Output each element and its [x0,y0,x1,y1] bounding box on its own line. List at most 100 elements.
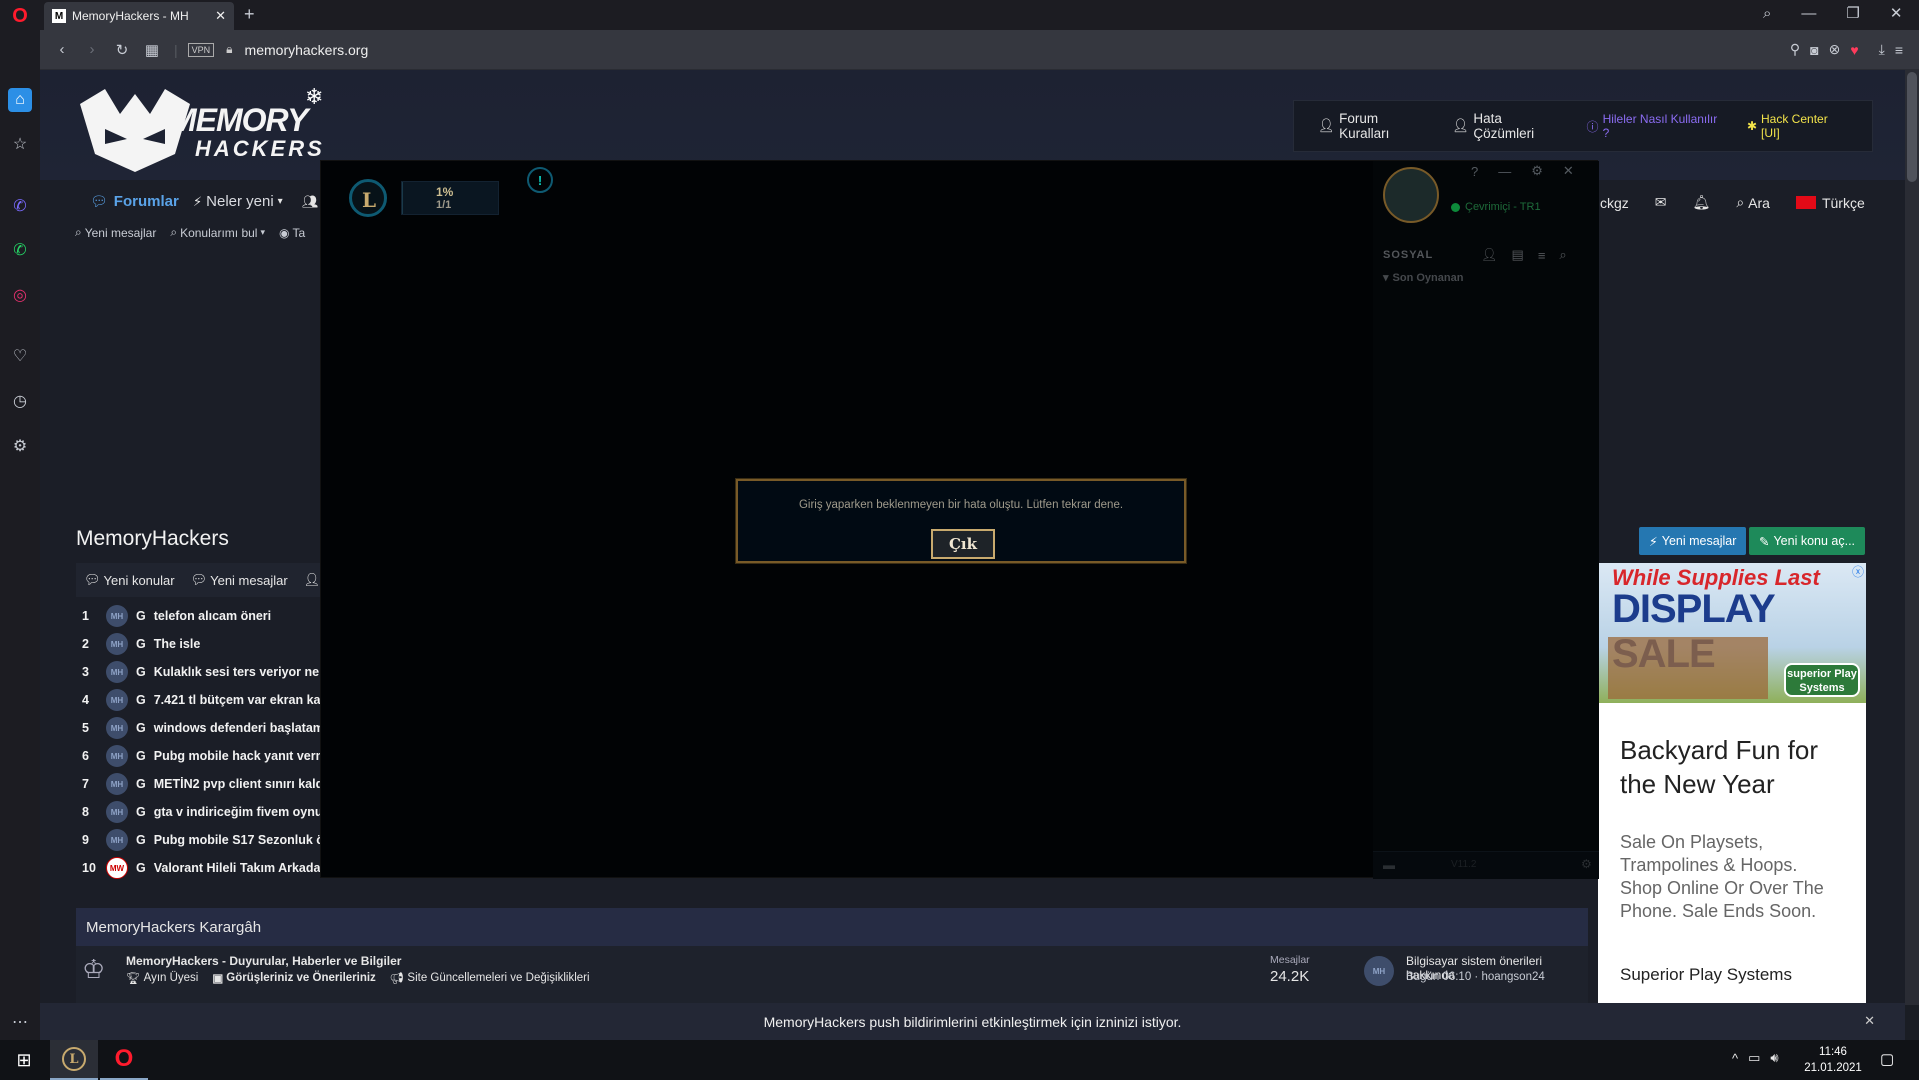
tab-new-threads[interactable]: 💬︎ Yeni konular [84,572,175,588]
bell-icon[interactable]: 🔔︎ [1693,194,1711,211]
block-icon[interactable]: ⊗ [1829,41,1841,58]
gear-icon[interactable]: ⚙ [1531,163,1543,179]
restore-icon[interactable]: ❐ [1846,4,1859,22]
folder-icon[interactable]: ▤ [1512,247,1524,263]
browser-tab[interactable]: M MemoryHackers - MH ✕ [44,2,234,30]
league-client-taskbar-icon[interactable]: L [50,1040,98,1080]
subnav-watched[interactable]: ◉ Ta [279,226,305,240]
download-icon[interactable]: ⤓ [1879,41,1885,58]
patch-progress: 1% 1/1 [401,181,499,215]
alert-icon[interactable]: ! [527,167,553,193]
envelope-icon[interactable]: ✉ [1655,194,1667,211]
language-selector[interactable]: Türkçe [1795,195,1865,211]
subnav-find-threads[interactable]: ⌕ Konularımı bul ▾ [170,225,265,240]
list-item[interactable]: 10 MW G Valorant Hileli Takım Arkadaşı [76,854,361,882]
camera-icon[interactable]: ◙ [1810,42,1818,58]
nav-whats-new[interactable]: ⚡︎ Neler yeni ▾ [193,193,283,210]
messenger-icon[interactable]: ✆ [8,194,32,218]
windows-start-icon[interactable]: ⊞ [12,1048,36,1072]
close-window-icon[interactable]: ✕ [1890,4,1903,22]
list-item[interactable]: 8 MH Ggta v indiriceğim fivem oynuyac [76,798,361,826]
zoom-icon[interactable]: ⚲ [1790,41,1800,58]
heart-filled-icon[interactable]: ♥ [1850,42,1858,58]
close-tab-icon[interactable]: ✕ [215,8,226,24]
list-item[interactable]: 1 MH Gtelefon alıcam öneri [76,602,361,630]
nav-search[interactable]: ⌕ Ara [1736,194,1770,211]
advertisement[interactable]: While Supplies Last DISPLAY SALE superio… [1598,563,1866,1003]
profile-icon[interactable] [1383,167,1439,223]
list-icon[interactable]: ≡ [1538,248,1546,263]
list-item[interactable]: 9 MH G Pubg mobile S17 Sezonluk ödü [76,826,361,854]
clock[interactable]: 11:46 21.01.2021 [1803,1044,1863,1076]
subforum-link[interactable]: ▣ Görüşleriniz ve Önerileriniz [212,971,375,985]
new-tab-button[interactable]: + [244,4,255,25]
add-friend-icon[interactable]: 👤︎ [1481,247,1498,263]
forum-rules-link[interactable]: 👤︎ Forum Kuralları [1318,111,1430,141]
url-field[interactable]: memoryhackers.org [245,42,369,58]
close-icon[interactable]: ✕ [1563,163,1574,179]
hack-center-link[interactable]: ✱ Hack Center [UI] [1747,112,1848,140]
category-header[interactable]: MemoryHackers Karargâh [76,908,1588,946]
search-icon[interactable]: ⌕ [1559,247,1566,263]
forward-icon[interactable]: › [80,38,104,62]
chat-icon[interactable]: ▬ [1383,858,1395,872]
settings-icon[interactable]: ⚙ [8,434,32,458]
tabs-grid-icon[interactable]: ▦ [140,38,164,62]
exit-button[interactable]: Çık [931,529,995,559]
list-item[interactable]: 5 MH Gwindows defenderi başlatamıyo [76,714,361,742]
error-solutions-link[interactable]: 👤︎ Hata Çözümleri [1452,111,1564,141]
search-tabs-icon[interactable]: ⌕ [1763,5,1771,22]
nav-username[interactable]: ckgz [1600,195,1629,211]
reload-icon[interactable]: ↻ [110,38,134,62]
scrollbar-thumb[interactable] [1907,72,1917,182]
help-icon[interactable]: ? [1471,164,1478,179]
volume-icon[interactable]: 🔊︎ [1770,1050,1778,1066]
section-title: MemoryHackers [76,527,229,550]
home-icon[interactable]: ⌂ [8,88,32,112]
subnav-new-messages[interactable]: ⌕ Yeni mesajlar [75,225,156,240]
avatar[interactable]: MH [1364,956,1394,986]
minimize-icon[interactable]: — [1498,164,1511,179]
opera-logo-icon[interactable]: O [8,4,32,28]
tab-new-messages[interactable]: 💬︎ Yeni mesajlar [191,572,288,588]
members-icon[interactable]: 👥︎ [302,194,319,210]
network-icon[interactable]: ▭ [1748,1050,1760,1066]
gear-icon[interactable]: ⚙ [1581,857,1592,871]
opera-taskbar-icon[interactable]: O [100,1040,148,1080]
recent-group[interactable]: ▾ Son Oynanan [1383,271,1463,285]
instagram-icon[interactable]: ◎ [8,283,32,307]
star-icon[interactable]: ☆ [8,132,32,156]
chevron-up-icon[interactable]: ^ [1732,1051,1738,1066]
heart-icon[interactable]: ♡ [8,344,32,368]
nav-forums[interactable]: 💬︎ Forumlar [90,193,179,210]
crown-icon: ♔ [82,954,106,984]
ad-choices-icon[interactable]: ⓧ [1852,563,1864,580]
minimize-icon[interactable]: — [1801,5,1816,22]
menu-icon[interactable]: ≡ [1895,42,1903,58]
client-logo-icon[interactable]: L [349,179,387,217]
user-icon[interactable]: 👤︎ [304,572,321,588]
list-item[interactable]: 6 MH G Pubg mobile hack yanıt vermiyo [76,742,361,770]
new-thread-button[interactable]: ✎ Yeni konu aç... [1749,527,1866,555]
list-item[interactable]: 7 MH G METİN2 pvp client sınırı kaldırm [76,770,361,798]
list-item[interactable]: 4 MH G 7.421 tl bütçem var ekran kartı ö [76,686,361,714]
forum-title[interactable]: MemoryHackers - Duyurular, Haberler ve B… [126,954,401,968]
whatsapp-icon[interactable]: ✆ [8,238,32,262]
how-to-use-link[interactable]: ⓘ Hileler Nasıl Kullanılır ? [1587,112,1725,140]
notification-center-icon[interactable]: ▢ [1880,1050,1894,1068]
subforum-link[interactable]: 📢︎ Site Güncellemeleri ve Değişiklikleri [390,971,590,985]
back-icon[interactable]: ‹ [50,38,74,62]
more-icon[interactable]: ⋯ [8,1010,32,1034]
page-scrollbar[interactable] [1905,70,1919,1005]
list-item[interactable]: 3 MH G Kulaklık sesi ters veriyor ne yap [76,658,361,686]
subforum-link[interactable]: 🏆︎ Ayın Üyesi [126,971,198,985]
info-icon: ⓘ [1586,119,1599,134]
vpn-badge[interactable]: VPN [187,42,215,57]
new-messages-button[interactable]: ⚡︎ Yeni mesajlar [1639,527,1747,555]
close-icon[interactable]: ✕ [1864,1013,1875,1029]
site-favicon-icon: M [52,9,66,23]
client-window-controls: ? — ⚙ ✕ [1471,163,1574,179]
avatar: MH [106,717,128,739]
history-icon[interactable]: ◷ [8,389,32,413]
list-item[interactable]: 2 MH G The isle [76,630,361,658]
